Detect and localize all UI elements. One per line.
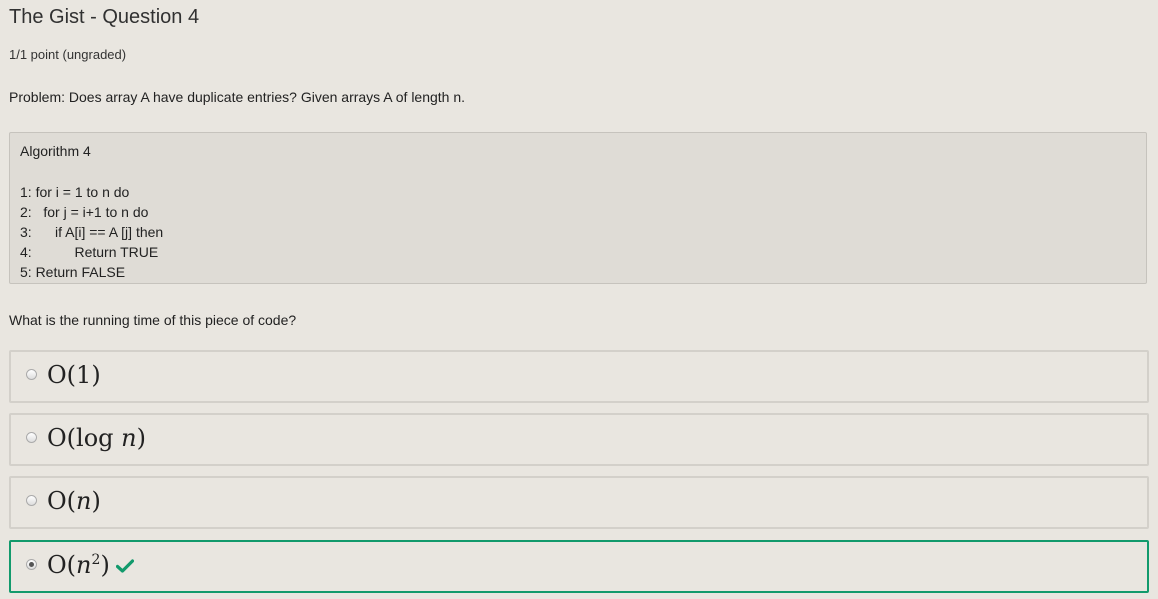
algorithm-line: 2: for j = i+1 to n do (20, 204, 149, 220)
radio-button-selected[interactable] (26, 559, 37, 570)
answer-option-on2[interactable]: O(n2) (9, 540, 1149, 593)
answer-option-on[interactable]: O(n) (9, 476, 1149, 529)
algorithm-line: 4: Return TRUE (20, 244, 159, 260)
algorithm-line: 3: if A[i] == A [j] then (20, 224, 164, 240)
question-text: What is the running time of this piece o… (9, 312, 297, 328)
radio-button[interactable] (26, 432, 37, 443)
problem-statement: Problem: Does array A have duplicate ent… (9, 89, 466, 105)
answer-option-ologn[interactable]: O(log n) (9, 413, 1149, 466)
radio-button[interactable] (26, 369, 37, 380)
option-label: O(n) (47, 487, 101, 515)
answer-option-o1[interactable]: O(1) (9, 350, 1149, 403)
radio-button[interactable] (26, 495, 37, 506)
algorithm-code: 1: for i = 1 to n do 2: for j = i+1 to n… (20, 182, 163, 282)
points-label: 1/1 point (ungraded) (9, 47, 127, 62)
page-title: The Gist - Question 4 (9, 6, 200, 28)
algorithm-title: Algorithm 4 (20, 143, 91, 159)
option-label: O(1) (47, 361, 101, 389)
algorithm-line: 5: Return FALSE (20, 264, 126, 280)
checkmark-icon (115, 551, 134, 579)
option-label: O(log n) (47, 424, 146, 452)
algorithm-box: Algorithm 4 1: for i = 1 to n do 2: for … (9, 132, 1147, 284)
algorithm-line: 1: for i = 1 to n do (20, 184, 130, 200)
option-label: O(n2) (47, 551, 134, 581)
